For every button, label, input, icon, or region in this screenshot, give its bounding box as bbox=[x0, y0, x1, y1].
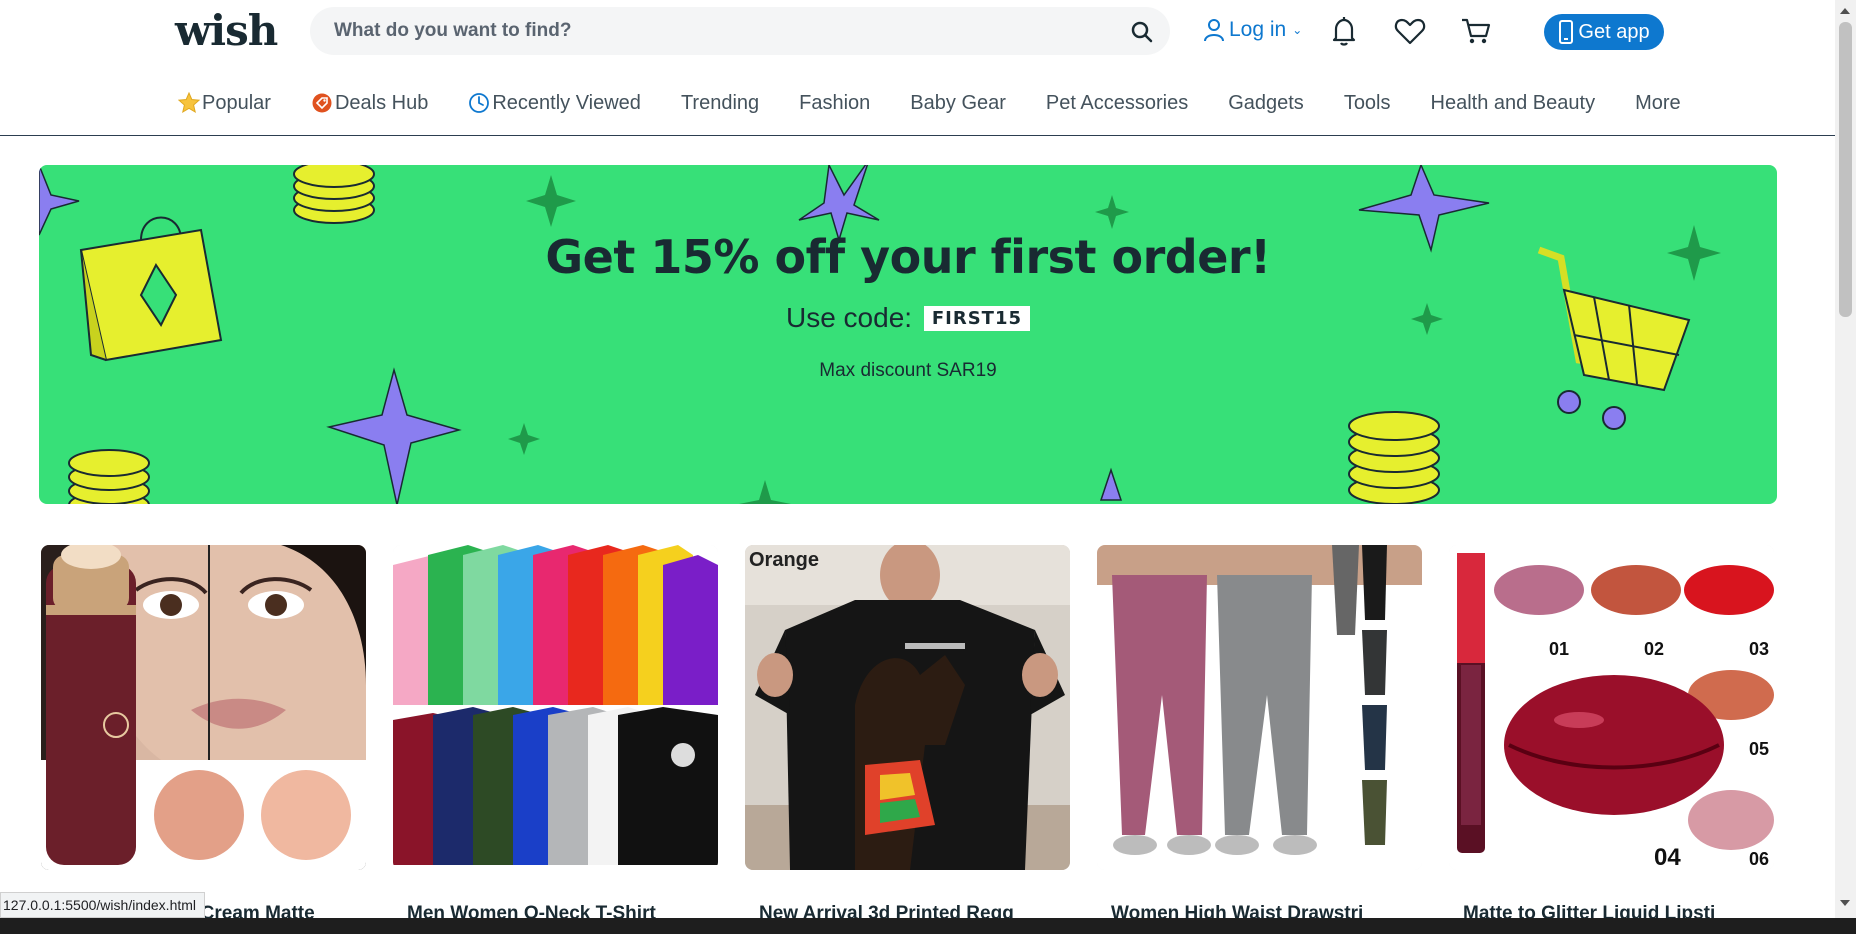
category-nav: Popular Deals Hub Recently Viewed Trendi… bbox=[178, 88, 1721, 118]
get-app-button[interactable]: Get app bbox=[1544, 14, 1664, 50]
site-header: wish Log in ⌄ bbox=[0, 0, 1835, 136]
banner-code-line: Use code: FIRST15 bbox=[39, 302, 1777, 334]
nav-item-label: Popular bbox=[202, 91, 271, 114]
login-button[interactable]: Log in ⌄ bbox=[1203, 18, 1302, 42]
banner-max-discount: Max discount SAR19 bbox=[819, 360, 997, 381]
nav-item-baby-gear[interactable]: Baby Gear bbox=[910, 92, 1006, 115]
shade-label: 01 bbox=[1549, 639, 1569, 659]
wish-logo[interactable]: wish bbox=[175, 6, 278, 55]
search-bar bbox=[310, 7, 1170, 55]
nav-item-fashion[interactable]: Fashion bbox=[799, 92, 870, 115]
login-label: Log in bbox=[1229, 18, 1287, 41]
product-image-printed-tshirt[interactable]: Orange bbox=[745, 545, 1070, 870]
banner-title: Get 15% off your first order! bbox=[545, 230, 1271, 284]
nav-item-gadgets[interactable]: Gadgets bbox=[1228, 92, 1304, 115]
get-app-label: Get app bbox=[1578, 20, 1650, 43]
heart-icon[interactable] bbox=[1393, 14, 1427, 48]
nav-item-health-and-beauty[interactable]: Health and Beauty bbox=[1431, 92, 1596, 115]
phone-icon bbox=[1559, 20, 1574, 44]
banner-code-prefix: Use code: bbox=[785, 302, 913, 333]
product-image-cc-cream[interactable] bbox=[41, 545, 366, 870]
product-image-jogger-pants[interactable] bbox=[1097, 545, 1422, 870]
shade-label: 06 bbox=[1749, 849, 1769, 869]
nav-item-recently-viewed[interactable]: Recently Viewed bbox=[468, 92, 641, 115]
shade-label: 04 bbox=[1654, 844, 1681, 870]
nav-item-label: Pet Accessories bbox=[1045, 91, 1189, 114]
bell-icon[interactable] bbox=[1327, 14, 1361, 48]
nav-item-pet-accessories[interactable]: Pet Accessories bbox=[1046, 92, 1188, 115]
nav-item-label: Fashion bbox=[799, 91, 871, 114]
nav-item-label: Recently Viewed bbox=[492, 91, 641, 114]
status-bar-url: 127.0.0.1:5500/wish/index.html bbox=[0, 892, 206, 918]
product-card[interactable]: Men Women O-Neck T-Shirt bbox=[393, 545, 718, 934]
scroll-down-arrow-icon[interactable] bbox=[1840, 900, 1850, 906]
product-card[interactable]: Women High Waist Drawstri bbox=[1097, 545, 1422, 934]
nav-item-label: Trending bbox=[680, 91, 760, 114]
chevron-down-icon: ⌄ bbox=[1292, 23, 1303, 37]
search-icon[interactable] bbox=[1130, 20, 1154, 44]
shade-label: 05 bbox=[1749, 739, 1769, 759]
scroll-thumb[interactable] bbox=[1839, 22, 1852, 317]
nav-item-label: Tools bbox=[1343, 91, 1391, 114]
star-icon bbox=[178, 92, 200, 114]
nav-item-label: Health and Beauty bbox=[1430, 91, 1596, 114]
product-image-lipstick[interactable]: 01 02 03 05 04 06 bbox=[1449, 545, 1774, 870]
nav-item-label: Gadgets bbox=[1228, 91, 1304, 114]
product-card[interactable]: Air Cushion CC Cream Matte bbox=[41, 545, 366, 934]
taskbar bbox=[0, 918, 1856, 934]
cart-icon[interactable] bbox=[1459, 14, 1493, 48]
nav-item-trending[interactable]: Trending bbox=[681, 92, 759, 115]
nav-item-label: More bbox=[1635, 91, 1681, 114]
product-image-tshirts[interactable] bbox=[393, 545, 718, 870]
product-image-label: Orange bbox=[749, 549, 820, 571]
nav-item-label: Deals Hub bbox=[334, 91, 429, 114]
shade-label: 02 bbox=[1644, 639, 1664, 659]
nav-item-tools[interactable]: Tools bbox=[1344, 92, 1391, 115]
search-input[interactable] bbox=[334, 7, 1094, 55]
promo-banner[interactable]: Get 15% off your first order! Use code: … bbox=[39, 165, 1777, 504]
nav-item-more[interactable]: More bbox=[1635, 92, 1681, 115]
nav-item-deals-hub[interactable]: Deals Hub bbox=[311, 92, 428, 115]
page: wish Log in ⌄ bbox=[0, 0, 1856, 934]
clock-icon bbox=[469, 93, 490, 113]
shade-label: 03 bbox=[1749, 639, 1769, 659]
deals-tag-icon bbox=[312, 93, 332, 113]
product-card[interactable]: 01 02 03 05 04 06 Matte to Glitter Liqui… bbox=[1449, 545, 1774, 934]
banner-decoration bbox=[39, 165, 1721, 504]
user-icon bbox=[1204, 19, 1224, 42]
vertical-scrollbar[interactable] bbox=[1835, 0, 1856, 920]
scroll-up-arrow-icon[interactable] bbox=[1840, 8, 1850, 14]
promo-code: FIRST15 bbox=[923, 306, 1030, 331]
product-card[interactable]: Orange New Arrival 3d Printed Regg bbox=[745, 545, 1070, 934]
product-grid: Air Cushion CC Cream Matte bbox=[41, 545, 1781, 934]
nav-item-popular[interactable]: Popular bbox=[178, 92, 271, 115]
nav-item-label: Baby Gear bbox=[910, 91, 1006, 114]
